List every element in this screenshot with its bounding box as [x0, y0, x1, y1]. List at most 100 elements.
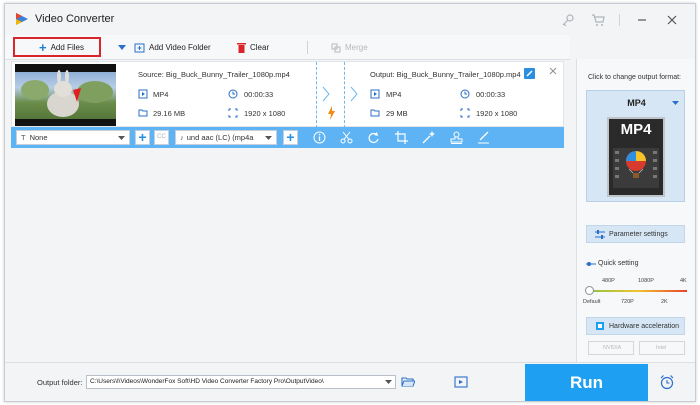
folder-open-icon[interactable]	[401, 376, 415, 388]
alarm-clock-icon[interactable]	[659, 374, 675, 390]
hardware-acceleration-label: Hardware acceleration	[609, 322, 680, 330]
quality-slider-handle[interactable]	[585, 286, 594, 295]
format-icon	[138, 89, 148, 99]
scissors-icon[interactable]	[340, 131, 353, 144]
effects-wand-icon[interactable]	[422, 131, 435, 144]
quick-setting-icon	[586, 262, 596, 266]
audio-track-select[interactable]: ♪ und aac (LC) (mp4a	[175, 130, 277, 145]
video-thumbnail[interactable]	[15, 64, 116, 126]
card-divider-2	[344, 62, 345, 128]
bottom-bar: Output folder: C:\Users\l\Videos\WonderF…	[5, 362, 695, 401]
chevron-right-icon-2	[350, 86, 358, 102]
lightning-icon	[328, 106, 335, 120]
output-format: MP4	[386, 90, 402, 99]
resolution-icon	[228, 108, 238, 118]
watermark-stamp-icon[interactable]	[450, 131, 463, 144]
mp4-format-icon: MP4	[607, 117, 665, 197]
add-files-button[interactable]: + Add Files	[39, 35, 84, 60]
app-window: Video Converter + Add Files Add Video Fo…	[4, 3, 696, 402]
video-folder-icon[interactable]	[454, 376, 468, 388]
key-icon[interactable]	[561, 13, 575, 27]
add-subtitle-button[interactable]: +	[135, 130, 150, 145]
intel-label: Intel	[656, 345, 667, 351]
titlebar-divider	[619, 14, 620, 26]
edit-toolbar: T None + CC ♪ und aac (LC) (mp4a +	[11, 127, 564, 148]
file-item-card[interactable]: Source: Big_Buck_Bunny_Trailer_1080p.mp4…	[11, 61, 564, 128]
merge-button[interactable]: Merge	[331, 35, 368, 60]
output-folder-path[interactable]: C:\Users\l\Videos\WonderFox Soft\HD Vide…	[86, 375, 396, 389]
toolbar-divider	[307, 41, 308, 54]
chevron-right-icon	[322, 86, 330, 102]
add-files-label: Add Files	[50, 43, 84, 52]
rotate-icon[interactable]	[367, 131, 380, 144]
output-format-panel: Click to change output format: MP4 MP4 P…	[576, 59, 695, 362]
output-clock-icon	[460, 89, 470, 99]
chevron-down-icon[interactable]	[118, 45, 126, 51]
cc-icon[interactable]: CC	[154, 130, 169, 145]
output-format-title: Click to change output format:	[588, 74, 681, 81]
app-logo-icon	[16, 13, 28, 25]
folder-add-icon	[134, 43, 145, 53]
quick-setting-label: Quick setting	[598, 260, 639, 267]
clear-label: Clear	[250, 43, 270, 52]
pencil-icon[interactable]	[524, 68, 535, 79]
add-audio-button[interactable]: +	[283, 130, 298, 145]
remove-file-icon[interactable]	[549, 67, 557, 75]
output-resolution: 1920 x 1080	[476, 109, 518, 118]
cart-icon[interactable]	[591, 13, 605, 27]
intel-option[interactable]: Intel	[639, 341, 685, 355]
toolbar: + Add Files Add Video Folder Clear Merge	[5, 35, 570, 60]
output-folder-label: Output folder:	[37, 378, 83, 387]
output-format-selector[interactable]: MP4 MP4	[586, 90, 685, 202]
subtitle-value: None	[29, 133, 48, 142]
card-divider	[316, 62, 317, 128]
chip-icon	[596, 322, 604, 330]
trash-icon	[237, 43, 246, 53]
chevron-down-icon	[672, 101, 679, 105]
window-title: Video Converter	[35, 13, 115, 25]
title-bar: Video Converter	[5, 4, 695, 35]
output-format-icon	[370, 89, 380, 99]
file-size-icon	[138, 109, 148, 117]
mp4-format-badge: MP4	[620, 121, 652, 138]
chevron-down-icon	[118, 136, 125, 140]
merge-label: Merge	[345, 43, 368, 52]
source-filename: Source: Big_Buck_Bunny_Trailer_1080p.mp4	[138, 70, 290, 79]
chevron-down-icon	[265, 136, 272, 141]
file-list-area[interactable]	[11, 148, 564, 362]
nvidia-label: NVIDIA	[603, 345, 622, 351]
parameter-settings-label: Parameter settings	[609, 230, 668, 238]
plus-icon: +	[39, 39, 47, 55]
output-duration: 00:00:33	[476, 90, 506, 99]
hardware-acceleration-toggle[interactable]: Hardware acceleration	[586, 317, 685, 335]
output-folder-path-value: C:\Users\l\Videos\WonderFox Soft\HD Vide…	[90, 378, 324, 385]
add-video-folder-button[interactable]: Add Video Folder	[134, 35, 211, 60]
subtitle-select[interactable]: T None	[16, 130, 130, 145]
text-icon: T	[21, 133, 26, 142]
source-format: MP4	[153, 90, 169, 99]
quality-slider-track[interactable]	[589, 290, 687, 292]
source-resolution: 1920 x 1080	[244, 109, 286, 118]
audio-track-value: und aac (LC) (mp4a	[186, 133, 254, 142]
run-button[interactable]: Run	[525, 364, 648, 401]
minimize-icon[interactable]	[635, 13, 649, 27]
crop-icon[interactable]	[395, 131, 408, 144]
bunny-thumbnail-image	[15, 64, 116, 126]
quality-label-480p: 480P	[602, 278, 615, 284]
close-icon[interactable]	[665, 13, 679, 27]
clear-button[interactable]: Clear	[237, 35, 269, 60]
quality-label-default: Default	[583, 299, 601, 305]
speaker-icon: ♪	[180, 133, 184, 142]
parameter-settings-button[interactable]: Parameter settings	[586, 225, 685, 243]
output-size: 29 MB	[386, 109, 408, 118]
source-duration: 00:00:33	[244, 90, 274, 99]
source-size: 29.16 MB	[153, 109, 186, 118]
nvidia-option[interactable]: NVIDIA	[588, 341, 634, 355]
quality-label-720p: 720P	[621, 299, 634, 305]
output-size-icon	[370, 109, 380, 117]
output-resolution-icon	[460, 108, 470, 118]
edit-pen-icon[interactable]	[477, 131, 490, 144]
merge-icon	[331, 43, 341, 52]
info-icon[interactable]	[313, 131, 326, 144]
quality-label-4k: 4K	[680, 278, 687, 284]
